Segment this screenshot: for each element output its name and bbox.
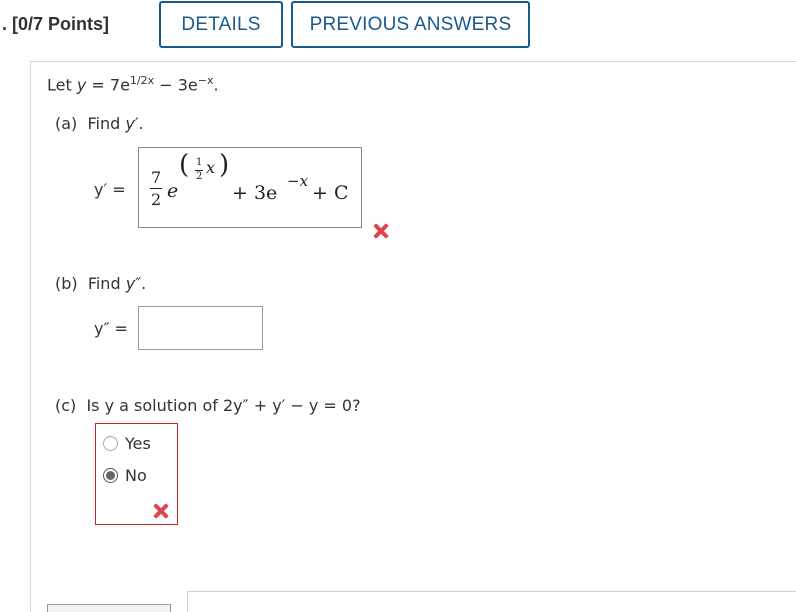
part-c-incorrect-icon: [154, 504, 168, 518]
previous-answers-button[interactable]: PREVIOUS ANSWERS: [291, 1, 530, 48]
answer-tail: + C: [312, 182, 349, 204]
let-text: Let: [47, 75, 77, 95]
part-a-label: (a): [55, 114, 78, 133]
part-c-question: Is y a solution of 2y″ + y′ − y = 0?: [86, 396, 361, 415]
problem-statement: Let y = 7e1/2x − 3e−x.: [47, 74, 219, 94]
points-label: . [0/7 Points]: [2, 14, 110, 34]
part-b-answer-input[interactable]: [138, 306, 263, 350]
answer-rest-exponent: −x: [287, 172, 309, 190]
option-no-label[interactable]: No: [125, 466, 147, 485]
part-a-var: y′: [125, 114, 139, 133]
radio-yes[interactable]: [103, 436, 118, 451]
coef-numerator: 7: [151, 168, 162, 187]
part-b-period: .: [141, 274, 147, 293]
content-left-border: [30, 62, 31, 612]
base-e: e: [167, 180, 179, 202]
coef-denominator: 2: [151, 190, 162, 209]
answer-rest: + 3e: [232, 182, 278, 204]
part-a-incorrect-icon: [374, 224, 388, 238]
exponent-2: −x: [197, 74, 214, 87]
part-b-var: y″: [125, 274, 142, 293]
equation-part-1: = 7e: [86, 75, 130, 95]
exp-variable: x: [206, 158, 216, 177]
part-a-answer-box[interactable]: 7 2 e ( 1 2 x ) + 3e −x + C: [138, 147, 362, 228]
part-c-label: (c): [55, 396, 77, 415]
part-c-prompt: (c) Is y a solution of 2y″ + y′ − y = 0?: [55, 396, 361, 415]
part-a-find: Find: [87, 114, 126, 133]
part-a-answer-label: y′ =: [94, 180, 126, 199]
part-c-choices: Yes No: [95, 423, 178, 525]
part-a-prompt: (a) Find y′.: [55, 114, 144, 133]
header-divider: [30, 61, 796, 62]
part-b-prompt: (b) Find y″.: [55, 274, 146, 293]
exp-denominator: 2: [196, 171, 203, 182]
radio-no[interactable]: [103, 468, 118, 483]
period: .: [213, 75, 219, 95]
part-a-period: .: [138, 114, 144, 133]
exp-open-paren: (: [179, 150, 190, 180]
part-b-answer-label: y″ =: [94, 319, 128, 338]
exponent-1: 1/2x: [129, 74, 155, 87]
equation-part-2: − 3e: [154, 75, 198, 95]
part-b-find: Find: [87, 274, 126, 293]
option-yes-label[interactable]: Yes: [125, 434, 151, 453]
exp-numerator: 1: [196, 157, 203, 168]
question-page: . [0/7 Points] DETAILS PREVIOUS ANSWERS …: [0, 0, 796, 612]
y-variable: y: [76, 75, 87, 95]
part-b-label: (b): [55, 274, 78, 293]
coef-fraction-bar: [150, 188, 162, 189]
details-button[interactable]: DETAILS: [159, 1, 283, 48]
bottom-panel: [187, 591, 796, 612]
exp-close-paren: ): [219, 150, 230, 180]
submit-answer-button[interactable]: [47, 604, 171, 612]
